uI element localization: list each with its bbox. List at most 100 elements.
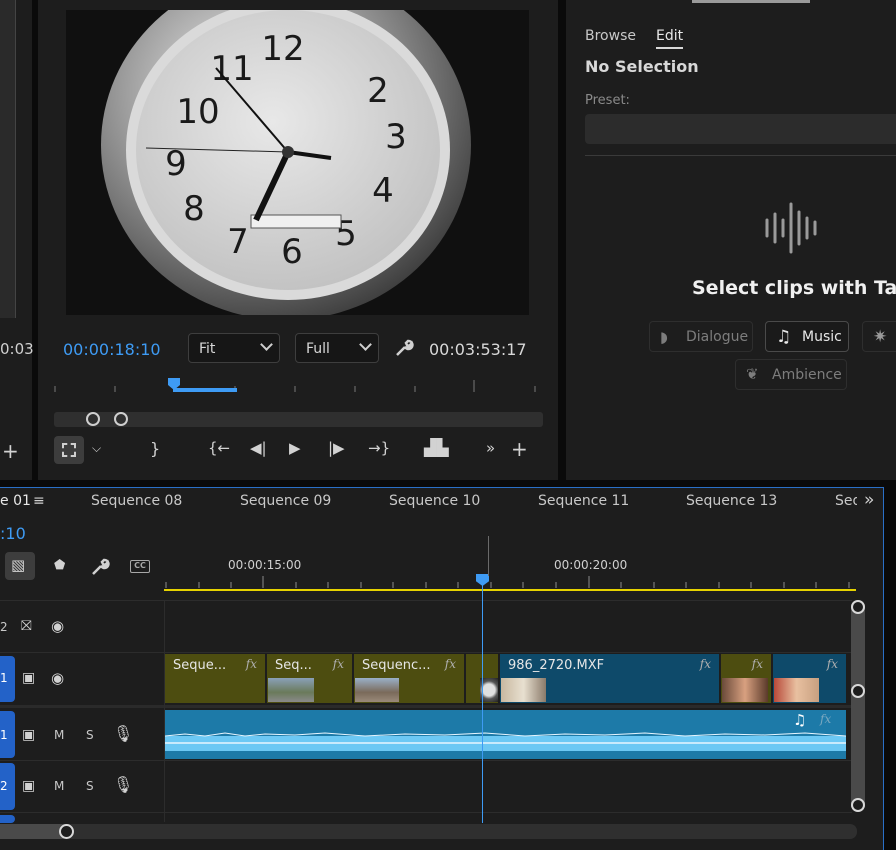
tab-sequence-10[interactable]: Sequence 10 [389,493,480,509]
zoom-handle-left[interactable] [86,412,100,426]
program-mini-ruler [53,378,543,394]
scroll-handle-mid[interactable] [851,684,865,698]
step-forward-icon[interactable]: |▶ [328,441,345,456]
tab-sequence-13[interactable]: Sequence 13 [686,493,777,509]
add-icon[interactable]: + [2,441,19,461]
timeline-horizontal-scrollbar[interactable] [0,824,857,839]
camera-icon[interactable]: ▣ [22,671,35,685]
track-a3-target[interactable] [0,815,15,823]
more-controls-icon[interactable]: » [486,441,495,456]
audio-clip-a1[interactable]: ♫ fx [165,710,846,759]
quality-dropdown[interactable]: Full [295,333,379,363]
preset-label: Preset: [585,93,630,108]
clip-sequence-3[interactable]: Sequenc... fx [354,654,464,703]
tab-sequence-11[interactable]: Sequence 11 [538,493,629,509]
music-note-icon: ♫ [776,327,792,347]
fx-icon[interactable]: fx [333,657,344,671]
audio-waveform [165,732,846,751]
program-current-timecode[interactable]: 00:00:18:10 [63,340,161,359]
source-monitor-ruler [0,0,16,318]
dialogue-icon: ◗ [660,328,668,346]
svg-text:9: 9 [165,144,187,184]
clip-thumbnail [268,678,314,702]
tab-sequence-overflow[interactable]: Seq [835,493,857,509]
quality-dropdown-label: Full [306,341,330,357]
svg-text:6: 6 [281,232,303,272]
source-monitor-timecode: 0:03 [0,340,34,358]
track-divider [0,760,852,761]
tab-sequence-09[interactable]: Sequence 09 [240,493,331,509]
clip-6[interactable]: fx [773,654,846,703]
mute-button[interactable]: M [54,779,64,793]
fx-icon[interactable]: fx [445,657,456,671]
ruler-ticks [164,576,856,591]
tag-dialogue-button[interactable]: ◗ Dialogue [649,321,753,352]
ambience-leaf-icon: ❦ [746,365,759,383]
microphone-icon[interactable]: 🎙︎ [113,777,133,793]
scroll-handle-bottom[interactable] [851,798,865,812]
captions-icon[interactable]: CC [130,560,150,573]
tag-sfx-button[interactable]: ✷ [862,321,896,352]
mute-button[interactable]: M [54,728,64,742]
h-scroll-handle[interactable] [59,824,74,839]
program-zoom-scrollbar[interactable] [54,412,543,427]
panel-active-indicator [692,0,810,3]
clip-thumbnail [722,678,768,702]
track-a2-label: 2 [0,779,8,793]
chevron-down-icon[interactable]: ⌵ [92,442,101,454]
fit-dropdown[interactable]: Fit [188,333,280,363]
safe-margins-button[interactable] [54,436,84,464]
solo-button[interactable]: S [86,728,94,742]
h-scroll-left-handle[interactable] [0,824,68,839]
hamburger-menu-icon[interactable]: ≡ [33,494,45,508]
tab-sequence-08[interactable]: Sequence 08 [91,493,182,509]
chevron-down-icon [260,338,273,351]
tab-active-sequence[interactable]: e 01 [0,493,31,509]
preset-dropdown[interactable] [585,114,896,144]
camera-off-icon[interactable]: ⛝ [21,619,32,633]
timeline-settings-wrench-icon[interactable] [90,557,110,577]
tag-ambience-label: Ambience [772,367,842,383]
lift-icon[interactable]: ▟▙ [424,440,449,456]
no-selection-label: No Selection [585,57,699,76]
fx-icon[interactable]: fx [700,657,711,671]
fx-icon[interactable]: fx [827,657,838,671]
solo-button[interactable]: S [86,779,94,793]
mark-out-icon[interactable]: } [150,441,160,457]
tag-music-button[interactable]: ♫ Music [765,321,849,352]
clip-5[interactable]: fx [721,654,771,703]
zoom-handle-right[interactable] [114,412,128,426]
camera-icon[interactable]: ▣ [22,779,35,793]
tag-ambience-button[interactable]: ❦ Ambience [735,359,847,390]
marker-icon[interactable]: ⬟ [54,559,65,572]
tab-browse[interactable]: Browse [585,28,636,44]
source-monitor-panel: 0:03 + [0,0,34,480]
scroll-handle-top[interactable] [851,600,865,614]
microphone-icon[interactable]: 🎙︎ [113,726,133,742]
track-targeting-icon: ▧ [11,556,26,574]
tab-edit[interactable]: Edit [656,28,684,49]
track-a1-label: 1 [0,728,8,742]
clip-986-2720-mxf[interactable]: 986_2720.MXF fx [500,654,719,703]
play-icon[interactable]: ▶ [289,441,301,456]
eye-icon[interactable]: ◉ [51,671,64,686]
fx-icon[interactable]: fx [820,712,831,726]
timeline-vertical-scrollbar[interactable] [851,600,865,812]
tag-dialogue-label: Dialogue [686,329,749,345]
camera-icon[interactable]: ▣ [22,728,35,742]
clip-sequence-1[interactable]: Seque... fx [165,654,265,703]
go-to-in-icon[interactable]: {← [208,441,230,456]
eye-icon[interactable]: ◉ [51,619,64,634]
more-tabs-icon[interactable]: » [864,492,874,509]
clip-thumbnail [774,678,819,702]
clip-sequence-2[interactable]: Seq... fx [267,654,352,703]
fx-icon[interactable]: fx [752,657,763,671]
add-button-icon[interactable]: + [511,439,528,459]
wrench-icon[interactable] [394,338,414,358]
step-back-icon[interactable]: ◀| [250,441,267,456]
fx-icon[interactable]: fx [246,657,257,671]
timeline-ruler[interactable]: 00:00:15:00 00:00:20:00 [164,548,856,592]
go-to-out-icon[interactable]: →} [368,441,390,456]
insert-overwrite-button[interactable]: ▧ [5,552,35,580]
timeline-timecode[interactable]: :10 [0,524,26,543]
